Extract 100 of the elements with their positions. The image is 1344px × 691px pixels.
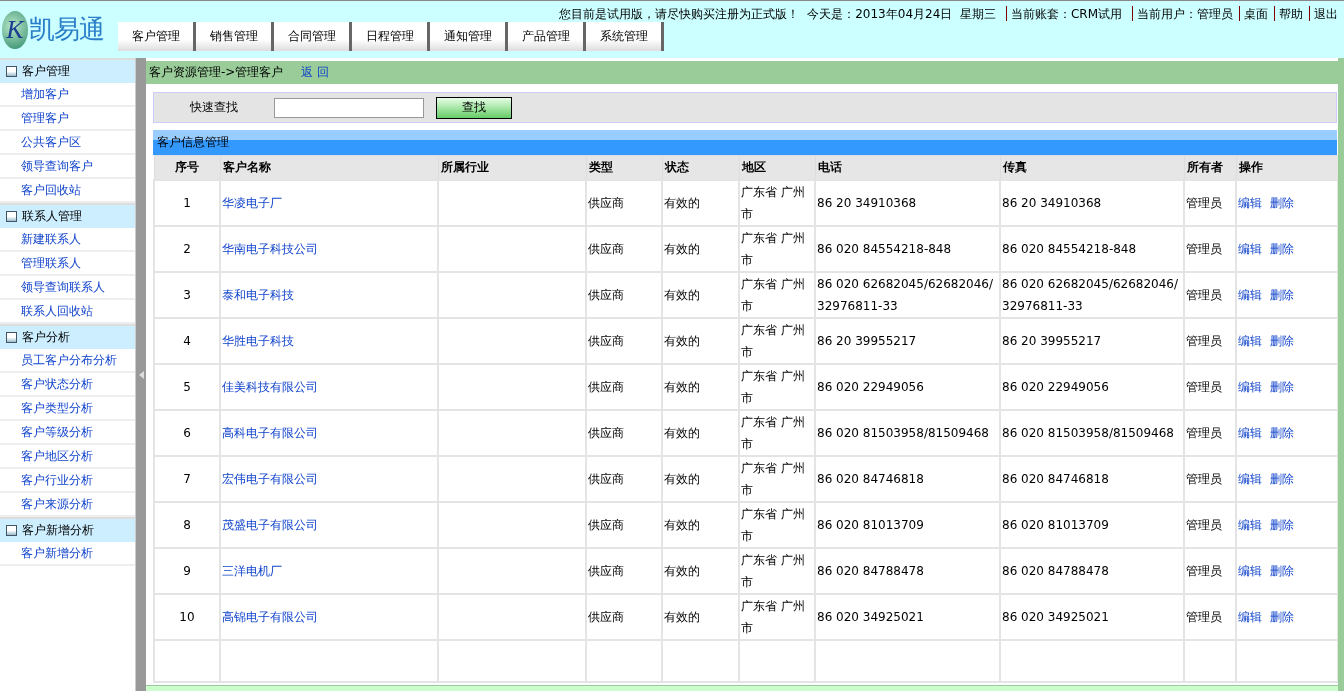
customer-link[interactable]: 高科电子有限公司 xyxy=(222,426,318,440)
table-cell: 有效的 xyxy=(662,180,739,226)
action-link[interactable]: 删除 xyxy=(1270,472,1294,486)
table-cell: 6 xyxy=(154,410,220,456)
action-link[interactable]: 编辑 xyxy=(1238,380,1262,394)
sidebar-item[interactable]: 客户状态分析 xyxy=(0,373,135,397)
nav-tab[interactable]: 客户管理 xyxy=(118,22,196,51)
action-link[interactable]: 删除 xyxy=(1270,518,1294,532)
sidebar-section-header[interactable]: 客户新增分析 xyxy=(0,517,135,542)
table-cell: 10 xyxy=(154,594,220,640)
customer-link[interactable]: 三洋电机厂 xyxy=(222,564,282,578)
table-cell: 有效的 xyxy=(662,272,739,318)
sidebar-item[interactable]: 客户地区分析 xyxy=(0,445,135,469)
sidebar-item[interactable]: 公共客户区 xyxy=(0,131,135,155)
account-text: 当前账套：CRM试用 xyxy=(1005,6,1126,21)
collapse-arrow-icon[interactable] xyxy=(138,370,144,379)
action-link[interactable]: 编辑 xyxy=(1238,518,1262,532)
customer-link[interactable]: 泰和电子科技 xyxy=(222,288,294,302)
sidebar-item[interactable]: 客户新增分析 xyxy=(0,542,135,566)
header-link[interactable]: 退出 xyxy=(1309,6,1342,21)
header-link[interactable]: 帮助 xyxy=(1274,6,1307,21)
table-cell: 管理员 xyxy=(1184,318,1236,364)
sidebar-item[interactable]: 增加客户 xyxy=(0,83,135,107)
action-link[interactable]: 编辑 xyxy=(1238,472,1262,486)
table-cell: 86 020 62682045/62682046/32976811-33 xyxy=(815,272,1000,318)
action-link[interactable]: 编辑 xyxy=(1238,196,1262,210)
table-cell: 86 020 22949056 xyxy=(815,364,1000,410)
search-button[interactable]: 查找 xyxy=(436,96,512,119)
nav-tab[interactable]: 产品管理 xyxy=(508,22,586,51)
action-link[interactable]: 删除 xyxy=(1270,334,1294,348)
sidebar-item[interactable]: 管理客户 xyxy=(0,107,135,131)
nav-tab[interactable]: 日程管理 xyxy=(352,22,430,51)
column-header: 所属行业 xyxy=(438,155,586,180)
sidebar-section-header[interactable]: 客户分析 xyxy=(0,324,135,349)
nav-tab[interactable]: 系统管理 xyxy=(586,22,664,51)
action-link[interactable]: 编辑 xyxy=(1238,242,1262,256)
table-cell: 管理员 xyxy=(1184,456,1236,502)
table-cell: 供应商 xyxy=(586,364,662,410)
nav-tab[interactable]: 合同管理 xyxy=(274,22,352,51)
sidebar-item[interactable]: 领导查询客户 xyxy=(0,155,135,179)
header-link[interactable]: 桌面 xyxy=(1239,6,1272,21)
trial-notice: 您目前是试用版，请尽快购买注册为正式版！ xyxy=(558,6,801,21)
customer-link[interactable]: 高锦电子有限公司 xyxy=(222,610,318,624)
sidebar-item[interactable]: 新建联系人 xyxy=(0,228,135,252)
logo-mark: K xyxy=(2,10,28,49)
sidebar-item[interactable]: 领导查询联系人 xyxy=(0,276,135,300)
action-link[interactable]: 编辑 xyxy=(1238,288,1262,302)
table-cell: 管理员 xyxy=(1184,548,1236,594)
table-cell: 供应商 xyxy=(586,456,662,502)
table-cell: 1 xyxy=(154,180,220,226)
sidebar-section-header[interactable]: 联系人管理 xyxy=(0,203,135,228)
sidebar-section-header[interactable]: 客户管理 xyxy=(0,58,135,83)
action-link[interactable]: 删除 xyxy=(1270,426,1294,440)
sidebar-item[interactable]: 客户等级分析 xyxy=(0,421,135,445)
action-link[interactable]: 删除 xyxy=(1270,196,1294,210)
table-cell: 管理员 xyxy=(1184,594,1236,640)
back-link[interactable]: 返 回 xyxy=(301,64,330,81)
table-cell: 有效的 xyxy=(662,226,739,272)
action-link[interactable]: 编辑 xyxy=(1238,564,1262,578)
customer-link[interactable]: 华胜电子科技 xyxy=(222,334,294,348)
sidebar-item[interactable]: 客户行业分析 xyxy=(0,469,135,493)
customer-link[interactable]: 茂盛电子有限公司 xyxy=(222,518,318,532)
square-icon xyxy=(6,332,17,343)
square-icon xyxy=(6,211,17,222)
customer-link[interactable]: 佳美科技有限公司 xyxy=(222,380,318,394)
table-cell: 有效的 xyxy=(662,502,739,548)
table-cell: 广东省 广州市 xyxy=(739,502,815,548)
table-cell: 供应商 xyxy=(586,226,662,272)
breadcrumb-text: 客户资源管理->管理客户 xyxy=(149,64,284,81)
column-header: 传真 xyxy=(1000,155,1184,180)
sidebar-item[interactable]: 管理联系人 xyxy=(0,252,135,276)
table-cell: 有效的 xyxy=(662,364,739,410)
sidebar-item[interactable]: 客户类型分析 xyxy=(0,397,135,421)
customer-link[interactable]: 华凌电子厂 xyxy=(222,196,282,210)
table-cell: 86 20 34910368 xyxy=(815,180,1000,226)
action-link[interactable]: 删除 xyxy=(1270,610,1294,624)
nav-tab[interactable]: 销售管理 xyxy=(196,22,274,51)
search-label: 快速查找 xyxy=(189,99,239,116)
column-header: 操作 xyxy=(1236,155,1338,180)
action-link[interactable]: 编辑 xyxy=(1238,334,1262,348)
action-link[interactable]: 编辑 xyxy=(1238,610,1262,624)
table-cell: 3 xyxy=(154,272,220,318)
table-cell: 86 20 39955217 xyxy=(1000,318,1184,364)
action-link[interactable]: 编辑 xyxy=(1238,426,1262,440)
action-link[interactable]: 删除 xyxy=(1270,288,1294,302)
table-cell: 有效的 xyxy=(662,318,739,364)
table-cell: 管理员 xyxy=(1184,502,1236,548)
sidebar-item[interactable]: 员工客户分布分析 xyxy=(0,349,135,373)
action-link[interactable]: 删除 xyxy=(1270,380,1294,394)
table-cell: 86 020 22949056 xyxy=(1000,364,1184,410)
customer-link[interactable]: 华南电子科技公司 xyxy=(222,242,318,256)
action-link[interactable]: 删除 xyxy=(1270,242,1294,256)
table-cell: 8 xyxy=(154,502,220,548)
table-cell: 供应商 xyxy=(586,318,662,364)
table-cell: 管理员 xyxy=(1184,410,1236,456)
action-link[interactable]: 删除 xyxy=(1270,564,1294,578)
customer-link[interactable]: 宏伟电子有限公司 xyxy=(222,472,318,486)
search-field[interactable] xyxy=(274,97,424,118)
table-cell: 86 020 81503958/81509468 xyxy=(1000,410,1184,456)
nav-tab[interactable]: 通知管理 xyxy=(430,22,508,51)
